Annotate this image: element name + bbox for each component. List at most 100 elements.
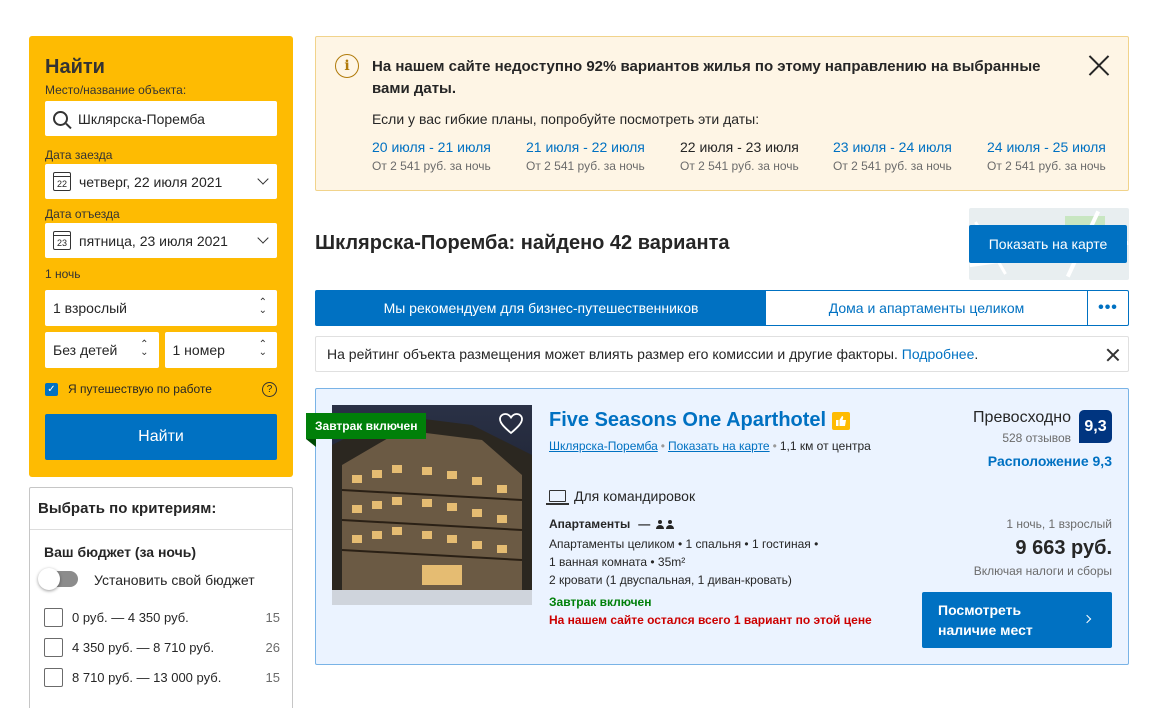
breakfast-ribbon: Завтрак включен	[306, 413, 427, 447]
alert-subtitle: Если у вас гибкие планы, попробуйте посм…	[372, 111, 760, 127]
property-name[interactable]: Five Seasons One Aparthotel	[549, 409, 851, 432]
notice-text: На рейтинг объекта размещения может влия…	[327, 346, 902, 362]
scarcity-message: На нашем сайте остался всего 1 вариант п…	[549, 613, 872, 627]
review-score-badge[interactable]: 9,3	[1079, 410, 1112, 443]
search-icon	[53, 111, 68, 126]
sort-tabs: Мы рекомендуем для бизнес-путешественник…	[315, 290, 1129, 326]
breakfast-included: Завтрак включен	[549, 595, 652, 609]
date-option[interactable]: 21 июля - 22 июля От 2 541 руб. за ночь	[526, 139, 645, 173]
chevron-down-icon	[257, 173, 269, 185]
alert-title: На нашем сайте недоступно 92% вариантов …	[372, 58, 1041, 97]
tab-entire-homes[interactable]: Дома и апартаменты целиком	[766, 291, 1088, 325]
price-range-label: 4 350 руб. — 8 710 руб.	[72, 639, 215, 655]
date-option-current: 22 июля - 23 июля От 2 541 руб. за ночь	[680, 139, 799, 173]
checkin-field[interactable]: 22 четверг, 22 июля 2021	[45, 164, 277, 199]
taxes-note: Включая налоги и сборы	[973, 564, 1112, 578]
updown-icon: ⌃ ⌄	[140, 339, 149, 358]
more-tabs-button[interactable]: •••	[1088, 291, 1128, 325]
checkout-field[interactable]: 23 пятница, 23 июля 2021	[45, 223, 277, 258]
checkout-value: пятница, 23 июля 2021	[79, 232, 228, 249]
date-option-price: От 2 541 руб. за ночь	[526, 159, 645, 173]
rooms-value: 1 номер	[172, 342, 225, 358]
filters-title: Выбрать по критериям:	[30, 488, 292, 530]
date-option-dates[interactable]: 21 июля - 22 июля	[526, 139, 645, 155]
rating-word: Превосходно	[973, 409, 1071, 426]
search-panel: Найти Место/название объекта: Шклярска-П…	[29, 36, 293, 477]
rooms-select[interactable]: 1 номер ⌃ ⌄	[164, 332, 277, 368]
price-range-label: 0 руб. — 4 350 руб.	[72, 609, 189, 625]
price-checkbox[interactable]	[44, 637, 63, 657]
notice-end: .	[974, 346, 979, 362]
property-name-text[interactable]: Five Seasons One Aparthotel	[549, 409, 826, 432]
results-title: Шклярска-Поремба: найдено 42 варианта	[315, 232, 730, 254]
filters-panel: Выбрать по критериям: Ваш бюджет (за ноч…	[29, 487, 293, 708]
room-type-dash: —	[638, 517, 651, 531]
destination-value: Шклярска-Поремба	[78, 110, 205, 127]
notice-more-link[interactable]: Подробнее	[902, 346, 975, 362]
see-availability-button[interactable]: Посмотреть наличие мест	[922, 592, 1112, 648]
price: 9 663 руб.	[1015, 537, 1112, 559]
price-checkbox[interactable]	[44, 667, 63, 687]
destination-input[interactable]: Шклярска-Поремба	[45, 101, 277, 136]
info-icon: i	[335, 54, 359, 78]
price-filter-row[interactable]: 0 руб. — 4 350 руб. 15	[44, 607, 280, 627]
room-type: Апартаменты —	[549, 517, 676, 531]
calendar-day: 23	[56, 238, 67, 248]
price-filter-row[interactable]: 4 350 руб. — 8 710 руб. 26	[44, 637, 280, 657]
close-icon[interactable]	[1088, 54, 1110, 76]
price-range-label: 8 710 руб. — 13 000 руб.	[72, 669, 222, 685]
distance: 1,1 км от центра	[779, 439, 871, 453]
search-button[interactable]: Найти	[45, 414, 277, 460]
property-card: Завтрак включен Five Seasons One Apartho…	[306, 388, 1129, 665]
price-filter-row[interactable]: 8 710 руб. — 13 000 руб. 15	[44, 667, 280, 687]
adults-select[interactable]: 1 взрослый ⌃ ⌄	[45, 290, 277, 326]
availability-alert: i На нашем сайте недоступно 92% варианто…	[315, 36, 1129, 191]
date-option-dates[interactable]: 23 июля - 24 июля	[833, 139, 952, 155]
ranking-notice: На рейтинг объекта размещения может влия…	[315, 336, 1129, 372]
see-availability-label: Посмотреть наличие мест	[938, 602, 1033, 638]
calendar-day: 22	[56, 179, 67, 189]
map-link[interactable]: Показать на карте	[668, 439, 770, 453]
updown-icon: ⌃ ⌄	[258, 297, 267, 316]
room-detail-line: 1 ванная комната • 35m²	[549, 555, 686, 569]
adults-value: 1 взрослый	[53, 300, 127, 316]
updown-icon: ⌃ ⌄	[258, 339, 267, 358]
room-detail-line: 2 кровати (1 двуспальная, 1 диван-кроват…	[549, 573, 792, 587]
date-option-dates[interactable]: 20 июля - 21 июля	[372, 139, 491, 155]
date-option-price: От 2 541 руб. за ночь	[372, 159, 491, 173]
chevron-down-icon	[257, 232, 269, 244]
date-option-price: От 2 541 руб. за ночь	[833, 159, 952, 173]
chevron-right-icon	[1082, 614, 1092, 624]
close-icon[interactable]	[1107, 349, 1119, 361]
show-on-map-button[interactable]: Показать на карте	[969, 225, 1127, 263]
room-type-name: Апартаменты	[549, 517, 631, 531]
budget-toggle[interactable]	[38, 568, 78, 590]
children-value: Без детей	[53, 342, 118, 358]
heart-icon[interactable]	[499, 413, 523, 435]
calendar-icon: 23	[53, 231, 71, 250]
budget-toggle-label: Установить свой бюджет	[94, 572, 255, 588]
checkout-label: Дата отъезда	[45, 207, 120, 221]
date-option[interactable]: 23 июля - 24 июля От 2 541 руб. за ночь	[833, 139, 952, 173]
business-travel-text: Для командировок	[574, 488, 696, 504]
location-score: Расположение 9,3	[987, 453, 1112, 469]
location-line: Шклярска-Поремба • Показать на карте • 1,1 к…	[549, 439, 871, 453]
checkin-value: четверг, 22 июля 2021	[79, 173, 223, 190]
price-checkbox[interactable]	[44, 607, 63, 627]
review-count: 528 отзывов	[1002, 431, 1071, 445]
date-option-dates[interactable]: 24 июля - 25 июля	[987, 139, 1106, 155]
date-option[interactable]: 20 июля - 21 июля От 2 541 руб. за ночь	[372, 139, 491, 173]
children-select[interactable]: Без детей ⌃ ⌄	[45, 332, 159, 368]
date-option[interactable]: 24 июля - 25 июля От 2 541 руб. за ночь	[987, 139, 1106, 173]
city-link[interactable]: Шклярска-Поремба	[549, 439, 658, 453]
price-range-count: 15	[265, 669, 280, 685]
tab-business-recommended[interactable]: Мы рекомендуем для бизнес-путешественник…	[316, 291, 766, 325]
budget-title: Ваш бюджет (за ночь)	[44, 544, 197, 560]
date-option-price: От 2 541 руб. за ночь	[987, 159, 1106, 173]
business-trip-checkbox[interactable]: ✓	[45, 382, 58, 396]
calendar-icon: 22	[53, 172, 71, 191]
business-trip-label: Я путешествую по работе	[68, 382, 212, 396]
search-title: Найти	[45, 56, 105, 78]
date-option-price: От 2 541 руб. за ночь	[680, 159, 799, 173]
help-icon[interactable]: ?	[262, 381, 277, 397]
